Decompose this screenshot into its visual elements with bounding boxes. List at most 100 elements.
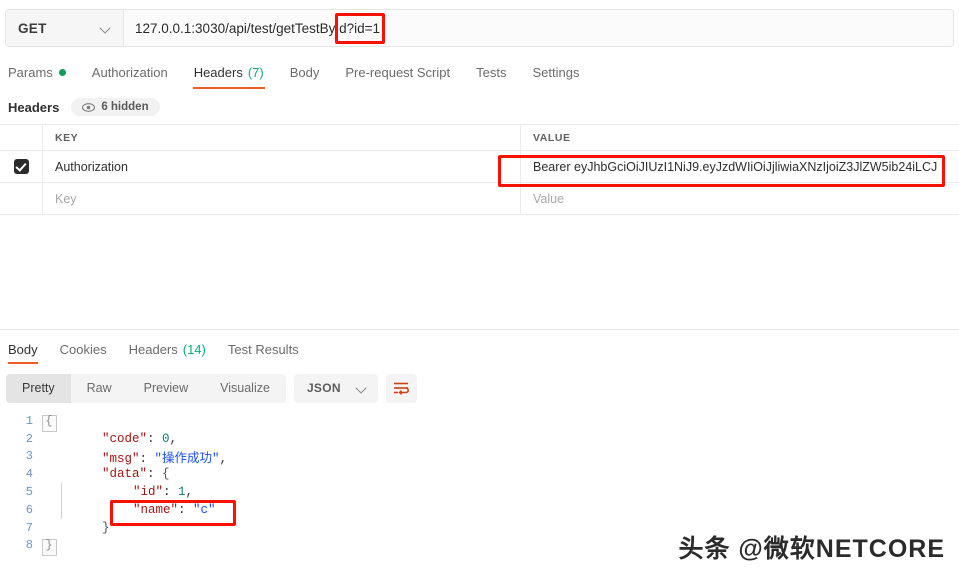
tab-params-label: Params <box>8 64 53 80</box>
code-token: , <box>185 485 194 500</box>
request-url-text: 127.0.0.1:3030/api/test/getTestById?id=1 <box>135 20 381 36</box>
code-line: 1{ <box>0 412 959 432</box>
tab-body[interactable]: Body <box>277 57 333 87</box>
tab-tests-label: Tests <box>476 64 507 80</box>
empty-key-placeholder: Key <box>55 191 77 206</box>
chevron-down-icon <box>357 383 367 393</box>
tab-pre-request-script[interactable]: Pre-request Script <box>332 57 463 87</box>
response-language-label: JSON <box>306 381 341 395</box>
code-line: 4 "data": { <box>0 465 959 483</box>
column-header-key: KEY <box>55 131 79 144</box>
header-value-bearer-token: Bearer eyJhbGciOiJIUzI1NiJ9.eyJzdWIiOiJj… <box>533 159 938 174</box>
code-token: : <box>147 467 163 482</box>
code-fold-marker[interactable]: } <box>42 538 57 557</box>
view-visualize-button[interactable]: Visualize <box>204 374 286 403</box>
tab-response-headers-count: (14) <box>182 341 206 357</box>
code-line: 3 "msg": "操作成功", <box>0 448 959 466</box>
code-token: { <box>162 467 170 482</box>
response-tab-bar: Body Cookies Headers (14) Test Results <box>8 336 310 364</box>
view-preview-button[interactable]: Preview <box>128 374 204 403</box>
tab-test-results-label: Test Results <box>227 341 299 357</box>
code-token: : <box>178 502 194 517</box>
row-value-cell[interactable]: Bearer eyJhbGciOiJIUzI1NiJ9.eyJzdWIiOiJj… <box>521 151 959 182</box>
column-header-value: VALUE <box>533 131 571 144</box>
response-format-toolbar: Pretty Raw Preview Visualize JSON <box>6 373 417 403</box>
code-text: "data": { <box>62 467 170 481</box>
header-key-column: KEY <box>43 125 521 150</box>
tab-response-body[interactable]: Body <box>8 336 49 364</box>
http-method-dropdown[interactable]: GET <box>5 9 123 47</box>
header-checkbox-column <box>0 125 43 150</box>
code-text: "code": 0, <box>62 432 177 446</box>
hidden-headers-count-label: 6 hidden <box>101 101 149 113</box>
line-number: 4 <box>25 467 33 482</box>
request-url-input[interactable]: 127.0.0.1:3030/api/test/getTestById?id=1 <box>123 9 954 47</box>
code-token: 1 <box>178 485 186 500</box>
tab-params[interactable]: Params <box>8 57 79 87</box>
code-text: "msg": "操作成功", <box>62 447 227 466</box>
response-language-dropdown[interactable]: JSON <box>293 373 378 403</box>
tab-test-results[interactable]: Test Results <box>217 336 310 362</box>
tab-response-cookies[interactable]: Cookies <box>49 336 118 362</box>
postman-window: GET 127.0.0.1:3030/api/test/getTestById?… <box>0 0 959 574</box>
tab-authorization[interactable]: Authorization <box>79 57 181 87</box>
header-key-authorization: Authorization <box>55 159 128 174</box>
code-token: , <box>219 452 228 466</box>
tab-body-label: Body <box>289 64 320 80</box>
watermark: 头条 @微软NETCORE <box>678 535 945 563</box>
headers-subsection: Headers 6 hidden <box>8 95 160 119</box>
row-checkbox-cell[interactable] <box>0 151 43 182</box>
line-number: 1 <box>25 413 33 428</box>
empty-row-value-cell[interactable]: Value <box>521 183 959 214</box>
tab-headers-label: Headers <box>193 64 243 80</box>
line-number: 3 <box>25 449 33 464</box>
table-row[interactable]: Authorization Bearer eyJhbGciOiJIUzI1NiJ… <box>0 151 959 183</box>
code-line: 2 "code": 0, <box>0 430 959 448</box>
code-token: "操作成功" <box>154 452 220 466</box>
word-wrap-button[interactable] <box>385 373 417 403</box>
hidden-headers-toggle[interactable]: 6 hidden <box>71 98 160 116</box>
view-raw-button[interactable]: Raw <box>71 374 128 403</box>
code-token: "data" <box>102 467 148 482</box>
code-token: , <box>169 431 178 446</box>
code-token: : <box>147 431 163 446</box>
empty-row-checkbox-cell[interactable] <box>0 183 43 214</box>
code-line: 6 "name": "c" <box>0 500 959 519</box>
row-enabled-checkbox[interactable] <box>13 159 29 174</box>
tab-settings-label: Settings <box>532 64 580 80</box>
code-text: } <box>62 521 110 535</box>
code-token: "name" <box>133 502 179 517</box>
row-key-cell[interactable]: Authorization <box>43 151 521 182</box>
tab-settings[interactable]: Settings <box>519 57 592 87</box>
view-preview-label: Preview <box>143 381 189 395</box>
tab-headers[interactable]: Headers (7) <box>181 57 277 89</box>
response-view-segmented-control: Pretty Raw Preview Visualize <box>6 373 286 403</box>
code-text: "id": 1, <box>62 485 193 499</box>
tab-authorization-label: Authorization <box>91 64 168 80</box>
tab-response-body-label: Body <box>8 341 38 357</box>
headers-table-header-row: KEY VALUE <box>0 124 959 151</box>
word-wrap-icon <box>393 382 409 395</box>
tab-headers-count: (7) <box>247 64 264 80</box>
tab-response-headers-label: Headers <box>128 341 178 357</box>
line-number: 7 <box>25 520 33 535</box>
line-number: 8 <box>25 538 33 553</box>
tab-response-headers[interactable]: Headers (14) <box>118 336 217 362</box>
code-token: "msg" <box>102 452 140 466</box>
line-number: 5 <box>25 485 33 500</box>
tab-pre-request-script-label: Pre-request Script <box>345 64 451 80</box>
eye-icon <box>82 102 96 112</box>
code-token: : <box>163 485 179 500</box>
code-token: 0 <box>162 431 170 446</box>
line-number: 2 <box>25 431 33 446</box>
view-pretty-button[interactable]: Pretty <box>6 373 71 403</box>
tab-tests[interactable]: Tests <box>463 57 519 87</box>
empty-row-key-cell[interactable]: Key <box>43 183 521 214</box>
code-fold-marker[interactable]: { <box>42 414 57 432</box>
request-tab-bar: Params Authorization Headers (7) Body Pr… <box>0 57 959 89</box>
headers-table: KEY VALUE Authorization Bearer eyJhbGciO… <box>0 124 959 215</box>
code-text: "name": "c" <box>62 503 216 517</box>
table-row-empty[interactable]: Key Value <box>0 183 959 215</box>
view-pretty-label: Pretty <box>22 381 55 395</box>
code-token: "c" <box>193 502 216 517</box>
